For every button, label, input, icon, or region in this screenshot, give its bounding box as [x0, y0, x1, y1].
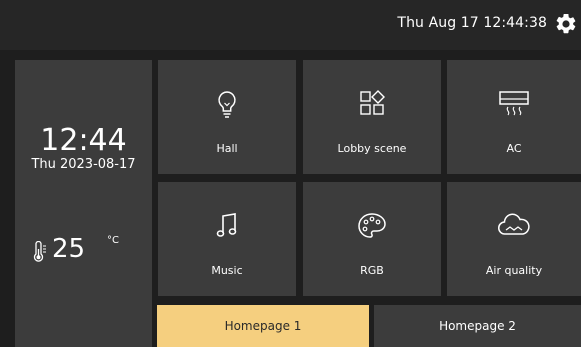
tab-label: Homepage 1: [224, 319, 302, 333]
tile-rgb[interactable]: RGB: [303, 182, 441, 296]
tab-label: Homepage 2: [439, 319, 516, 333]
tab-homepage-2[interactable]: Homepage 2: [374, 305, 581, 347]
tile-label: Hall: [216, 142, 238, 155]
music-note-icon: [216, 213, 237, 237]
top-bar: Thu Aug 17 12:44:38: [0, 0, 581, 50]
gear-icon[interactable]: [554, 12, 578, 36]
tile-label: Air quality: [485, 264, 543, 277]
lightbulb-icon: [218, 91, 236, 118]
tile-label: RGB: [360, 264, 384, 277]
tile-label: AC: [506, 142, 522, 155]
air-quality-cloud-icon: [498, 213, 530, 235]
palette-icon: [358, 213, 386, 238]
tile-music[interactable]: Music: [158, 182, 296, 296]
tile-ac[interactable]: AC: [447, 60, 581, 174]
tab-homepage-1[interactable]: Homepage 1: [157, 305, 369, 347]
tile-hall[interactable]: Hall: [158, 60, 296, 174]
tile-label: Music: [211, 264, 243, 277]
tile-label: Lobby scene: [337, 142, 407, 155]
clock-time: 12:44: [40, 123, 127, 158]
clock-weather-panel: 12:44 Thu 2023-08-17 25 °C: [15, 60, 152, 347]
temperature-unit: °C: [107, 235, 119, 246]
top-datetime: Thu Aug 17 12:44:38: [397, 15, 547, 31]
temperature-value: 25: [52, 234, 86, 264]
tile-air-quality[interactable]: Air quality: [447, 182, 581, 296]
clock-date: Thu 2023-08-17: [31, 157, 136, 172]
air-conditioner-icon: [499, 91, 529, 116]
scene-icon: [360, 90, 385, 115]
thermometer-icon: [33, 241, 46, 262]
tile-lobby-scene[interactable]: Lobby scene: [303, 60, 441, 174]
